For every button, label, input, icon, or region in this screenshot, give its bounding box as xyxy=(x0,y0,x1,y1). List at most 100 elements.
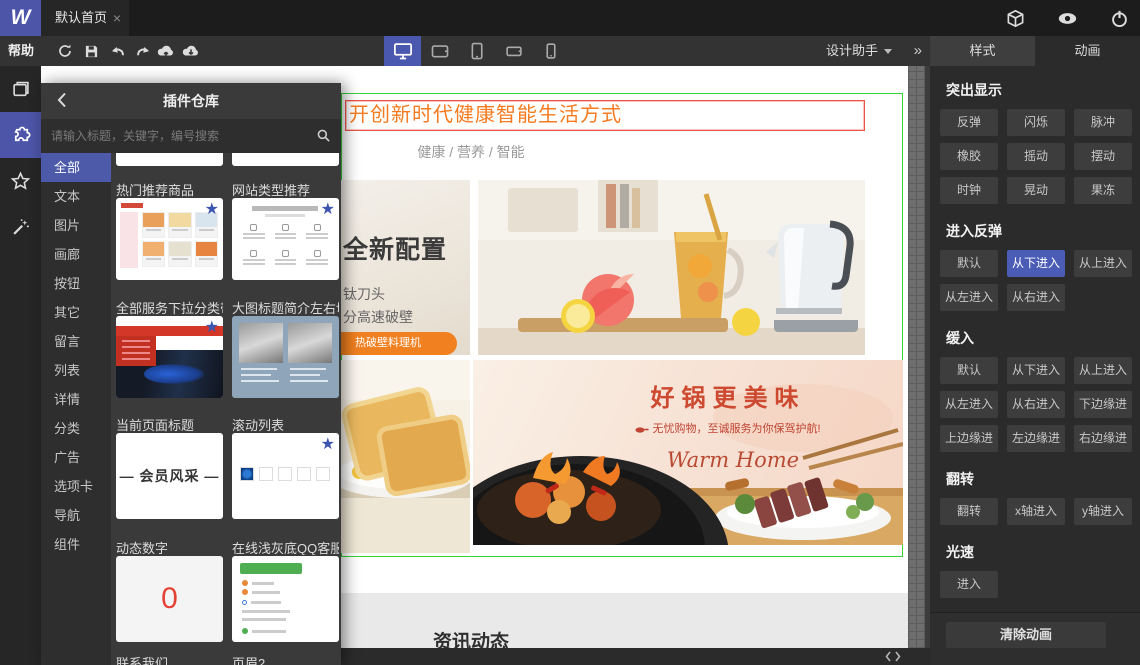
collapse-panel-button[interactable]: » xyxy=(914,36,922,66)
plugin-preview-text: — 会员风采 — xyxy=(119,468,220,484)
sidebar-item-pages[interactable] xyxy=(0,66,41,112)
sidebar-item-favorites[interactable] xyxy=(0,158,41,204)
plugin-card-page-title[interactable]: — 会员风采 — xyxy=(116,433,223,519)
chevron-down-icon xyxy=(884,49,892,55)
phone-landscape-view-button[interactable] xyxy=(495,36,532,66)
anim-button[interactable]: 翻转 xyxy=(940,498,998,525)
close-tab-icon[interactable]: × xyxy=(113,0,121,36)
sidebar-item-plugins[interactable] xyxy=(0,112,41,158)
category-message[interactable]: 留言 xyxy=(41,327,111,356)
plugin-card-site-types[interactable]: ★ xyxy=(232,198,339,280)
puzzle-icon xyxy=(13,126,30,142)
category-other[interactable]: 其它 xyxy=(41,298,111,327)
refresh-icon[interactable] xyxy=(52,36,78,66)
plugin-card-partial[interactable] xyxy=(116,153,223,166)
plugin-search-input[interactable] xyxy=(41,119,341,153)
page-tab[interactable]: 默认首页 × xyxy=(41,0,129,36)
anim-button[interactable]: 左边缘进 xyxy=(1007,425,1065,452)
anim-button[interactable]: 从上进入 xyxy=(1074,250,1132,277)
anim-button[interactable]: 右边缘进 xyxy=(1074,425,1132,452)
anim-button-active[interactable]: 从下进入 xyxy=(1007,250,1065,277)
clear-animation-button[interactable]: 清除动画 xyxy=(946,622,1106,648)
category-all[interactable]: 全部 xyxy=(41,153,111,182)
desktop-view-button[interactable] xyxy=(384,36,421,66)
banner-toast-image[interactable] xyxy=(341,360,470,553)
category-list[interactable]: 列表 xyxy=(41,356,111,385)
anim-button[interactable]: x轴进入 xyxy=(1007,498,1065,525)
anim-button[interactable]: 下边缘进 xyxy=(1074,391,1132,418)
anim-button[interactable]: 从右进入 xyxy=(1007,284,1065,311)
cloud-upload-icon[interactable] xyxy=(153,36,179,66)
code-view-icon[interactable] xyxy=(884,650,902,663)
anim-button[interactable]: 时钟 xyxy=(940,177,998,204)
anim-button[interactable]: y轴进入 xyxy=(1074,498,1132,525)
preview-eye-icon[interactable] xyxy=(1056,7,1078,29)
category-gallery[interactable]: 画廊 xyxy=(41,240,111,269)
animation-panel: 突出显示 反弹 闪烁 脉冲 橡胶 摇动 摆动 时钟 晃动 果冻 进入反弹 默认 … xyxy=(930,66,1140,665)
plugin-preview-text: 0 xyxy=(161,582,178,615)
help-button[interactable]: 帮助 xyxy=(8,36,34,66)
plugin-card-big-image-switcher[interactable] xyxy=(232,316,339,398)
anim-button[interactable]: 从左进入 xyxy=(940,284,998,311)
canvas-scrollbar[interactable] xyxy=(908,66,925,648)
category-image[interactable]: 图片 xyxy=(41,211,111,240)
favorite-star-icon[interactable]: ★ xyxy=(321,434,335,454)
tablet-landscape-view-button[interactable] xyxy=(421,36,458,66)
design-assistant-dropdown[interactable]: 设计助手 xyxy=(826,36,892,66)
undo-icon[interactable] xyxy=(104,36,130,66)
favorite-star-icon[interactable]: ★ xyxy=(205,317,219,337)
power-icon[interactable] xyxy=(1108,7,1130,29)
back-chevron-icon[interactable] xyxy=(55,91,69,109)
phone-portrait-view-button[interactable] xyxy=(532,36,569,66)
plugin-card-scroll-list[interactable]: ★ xyxy=(232,433,339,519)
category-classify[interactable]: 分类 xyxy=(41,414,111,443)
save-icon[interactable] xyxy=(78,36,104,66)
category-button[interactable]: 按钮 xyxy=(41,269,111,298)
anim-button[interactable]: 从上进入 xyxy=(1074,357,1132,384)
anim-button[interactable]: 默认 xyxy=(940,250,998,277)
plugin-label: 在线浅灰底QQ客服 xyxy=(232,541,339,555)
category-detail[interactable]: 详情 xyxy=(41,385,111,414)
anim-button[interactable]: 从下进入 xyxy=(1007,357,1065,384)
section-title-ease-in: 缓入 xyxy=(946,330,974,346)
news-section-title[interactable]: 资讯动态 xyxy=(341,627,601,648)
category-tabs[interactable]: 选项卡 xyxy=(41,472,111,501)
favorite-star-icon[interactable]: ★ xyxy=(321,199,335,219)
anim-button[interactable]: 橡胶 xyxy=(940,143,998,170)
category-component[interactable]: 组件 xyxy=(41,530,111,559)
anim-button[interactable]: 晃动 xyxy=(1007,177,1065,204)
anim-button[interactable]: 反弹 xyxy=(940,109,998,136)
anim-button[interactable]: 从左进入 xyxy=(940,391,998,418)
page-title-element[interactable]: 开创新时代健康智能生活方式 xyxy=(345,100,865,131)
sidebar-item-tools[interactable] xyxy=(0,204,41,250)
category-nav[interactable]: 导航 xyxy=(41,501,111,530)
plugin-library-panel: 插件仓库 全部 文本 图片 画廊 按钮 其它 留言 列表 详情 分类 广告 选项… xyxy=(41,83,341,665)
anim-button[interactable]: 脉冲 xyxy=(1074,109,1132,136)
plugin-card-qq-service[interactable] xyxy=(232,556,339,642)
anim-button[interactable]: 上边缘进 xyxy=(940,425,998,452)
anim-button[interactable]: 闪烁 xyxy=(1007,109,1065,136)
tab-animation[interactable]: 动画 xyxy=(1035,36,1140,66)
anim-button[interactable]: 摆动 xyxy=(1074,143,1132,170)
plugin-card-hot-products[interactable]: ★ xyxy=(116,198,223,280)
plugin-card-dropdown-nav[interactable]: ★ xyxy=(116,316,223,398)
banner-wok-image[interactable]: 好锅更美味 无忧购物，至诚服务为你保驾护航! Warm Home xyxy=(473,360,903,545)
tablet-portrait-view-button[interactable] xyxy=(458,36,495,66)
anim-button[interactable]: 摇动 xyxy=(1007,143,1065,170)
anim-button[interactable]: 默认 xyxy=(940,357,998,384)
category-ad[interactable]: 广告 xyxy=(41,443,111,472)
banner-config-image[interactable]: 全新配置 钛刀头 分高速破壁 热破壁料理机 xyxy=(341,180,470,355)
anim-button[interactable]: 从右进入 xyxy=(1007,391,1065,418)
cloud-download-icon[interactable] xyxy=(178,36,204,66)
favorite-star-icon[interactable]: ★ xyxy=(205,199,219,219)
template-cube-icon[interactable] xyxy=(1004,7,1026,29)
plugin-card-partial[interactable] xyxy=(232,153,339,166)
plugin-card-dynamic-number[interactable]: 0 xyxy=(116,556,223,642)
anim-button[interactable]: 进入 xyxy=(940,571,998,598)
tab-style[interactable]: 样式 xyxy=(930,36,1035,66)
anim-button[interactable]: 果冻 xyxy=(1074,177,1132,204)
search-icon[interactable] xyxy=(316,128,331,143)
page-subtitle[interactable]: 健康 / 营养 / 智能 xyxy=(341,142,601,162)
banner-kettle-image[interactable] xyxy=(478,180,865,355)
category-text[interactable]: 文本 xyxy=(41,182,111,211)
